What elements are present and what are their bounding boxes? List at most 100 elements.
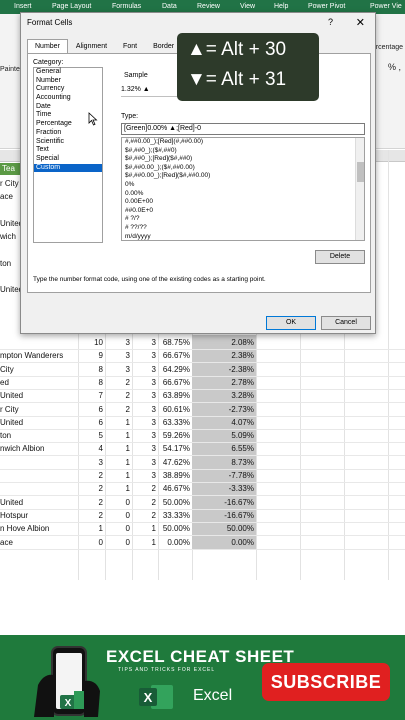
paint-format-label[interactable]: Painte	[0, 66, 20, 73]
ribbon-tab-power-pivot[interactable]: Power Pivot	[308, 0, 345, 10]
close-button[interactable]: ✕	[356, 16, 365, 29]
format-code-item[interactable]: 0%	[122, 181, 364, 190]
format-code-item[interactable]: #,##0.00_);[Red](#,##0.00)	[122, 138, 364, 147]
excel-wordmark: Excel	[193, 687, 233, 704]
cell-value: 3	[151, 364, 156, 374]
cell-percentage: 54.17%	[162, 444, 190, 454]
category-item[interactable]: Number	[34, 77, 102, 86]
cell-value: 3	[125, 364, 130, 374]
cell-value: 0	[125, 497, 130, 507]
format-code-item[interactable]: $#,##0.00_);[Red]($#,##0.00)	[122, 172, 364, 181]
cell-value: 6	[98, 404, 103, 414]
cell-team-name	[0, 470, 76, 482]
cell-change: 3.28%	[231, 391, 254, 401]
number-format-label[interactable]: ercentage	[372, 44, 403, 51]
help-button[interactable]: ?	[328, 17, 333, 27]
percent-style-icon[interactable]: % ,	[388, 62, 401, 72]
cell-value: 0	[125, 510, 130, 520]
cell-value: 4	[98, 444, 103, 454]
cell-value: 1	[151, 524, 156, 534]
cell-value: 3	[151, 431, 156, 441]
row-gridline	[0, 548, 405, 550]
cell-percentage: 0.00%	[167, 537, 190, 547]
scroll-thumb[interactable]	[357, 162, 364, 182]
ribbon-tab-insert[interactable]: Insert	[14, 0, 32, 10]
svg-text:X: X	[144, 690, 153, 705]
cell-team-name: ace	[0, 537, 13, 547]
cell-change: 8.73%	[231, 457, 254, 467]
format-code-item[interactable]: m/d/yyyy	[122, 233, 364, 240]
cell-team-name: mpton Wanderers	[0, 351, 64, 361]
cell-change: 4.07%	[231, 417, 254, 427]
subscribe-button[interactable]: SUBSCRIBE	[262, 663, 390, 701]
excel-logo-icon: X	[139, 685, 173, 709]
category-item[interactable]: Fraction	[34, 129, 102, 138]
ribbon-tab-review[interactable]: Review	[197, 0, 220, 10]
cell-value: 2	[151, 497, 156, 507]
cell-change: -2.38%	[228, 364, 254, 374]
cell-value: 2	[125, 391, 130, 401]
cell-value: 3	[151, 457, 156, 467]
shortcut-up-arrow: ▲= Alt + 30	[187, 39, 287, 60]
category-item-custom[interactable]: Custom	[34, 163, 102, 173]
category-item[interactable]: Date	[34, 103, 102, 112]
ribbon-tab-help[interactable]: Help	[274, 0, 288, 10]
category-item[interactable]: Accounting	[34, 94, 102, 103]
cell-percentage: 66.67%	[162, 351, 190, 361]
format-code-item[interactable]: # ??/??	[122, 224, 364, 233]
cell-change: -16.67%	[224, 497, 254, 507]
ribbon-tab-data[interactable]: Data	[162, 0, 177, 10]
category-item[interactable]: Text	[34, 146, 102, 155]
format-code-item[interactable]: $#,##0.00_);($#,##0.00)	[122, 164, 364, 173]
mouse-cursor-icon	[88, 112, 98, 126]
shortcut-down-arrow: ▼= Alt + 31	[187, 69, 287, 90]
sample-label: Sample	[124, 72, 148, 79]
cell-percentage: 38.89%	[162, 471, 190, 480]
format-code-item[interactable]: $#,##0_);[Red]($#,##0)	[122, 155, 364, 164]
ribbon-tab-power-view[interactable]: Power Vie	[370, 0, 402, 10]
cancel-button[interactable]: Cancel	[321, 316, 371, 330]
tab-alignment[interactable]: Alignment	[68, 39, 115, 54]
cell-team-name: Hotspur	[0, 510, 29, 520]
cell-change: -2.73%	[228, 404, 254, 414]
cell-value: 9	[98, 351, 103, 361]
ribbon-tab-formulas[interactable]: Formulas	[112, 0, 141, 10]
cell-value: 2	[125, 404, 130, 414]
cell-value: 3	[151, 444, 156, 454]
cell-percentage: 46.67%	[162, 484, 190, 494]
format-code-list[interactable]: #,##0.00_);[Red](#,##0.00) $#,##0_);($#,…	[121, 137, 365, 241]
category-item[interactable]: General	[34, 68, 102, 77]
cell-value: 3	[151, 391, 156, 401]
cell-team-name: United	[0, 391, 24, 401]
category-item[interactable]: Special	[34, 155, 102, 164]
format-code-item[interactable]: 0.00E+00	[122, 198, 364, 207]
screen: Insert Page Layout Formulas Data Review …	[0, 0, 405, 720]
ribbon-tab-view[interactable]: View	[240, 0, 255, 10]
format-code-item[interactable]: 0.00%	[122, 190, 364, 199]
category-list[interactable]: General Number Currency Accounting Date …	[33, 67, 103, 243]
cell-value: 3	[151, 404, 156, 414]
category-item[interactable]: Scientific	[34, 138, 102, 147]
tab-font[interactable]: Font	[115, 39, 145, 54]
cell-value: 1	[125, 484, 130, 494]
cell-value: 3	[151, 338, 156, 347]
row-name-fragment: r City	[0, 179, 19, 188]
format-code-item[interactable]: # ?/?	[122, 215, 364, 224]
dialog-title: Format Cells	[27, 18, 73, 27]
cell-change: 50.00%	[226, 524, 254, 534]
format-code-item[interactable]: ##0.0E+0	[122, 207, 364, 216]
format-list-scrollbar[interactable]	[355, 138, 364, 240]
header-team-fragment: Tea	[2, 164, 15, 173]
cell-value: 3	[125, 338, 130, 347]
cell-value: 1	[98, 524, 103, 534]
format-code-item[interactable]: $#,##0_);($#,##0)	[122, 147, 364, 156]
cell-value: 3	[151, 351, 156, 361]
format-type-input[interactable]: [Green]0.00% ▲;[Red]-0	[121, 123, 365, 135]
cell-team-name	[0, 337, 76, 349]
delete-button[interactable]: Delete	[315, 250, 365, 264]
format-hint-text: Type the number format code, using one o…	[33, 276, 266, 283]
ok-button[interactable]: OK	[266, 316, 316, 330]
ribbon-tab-page-layout[interactable]: Page Layout	[52, 0, 91, 10]
tab-number[interactable]: Number	[27, 39, 68, 54]
category-item[interactable]: Currency	[34, 85, 102, 94]
